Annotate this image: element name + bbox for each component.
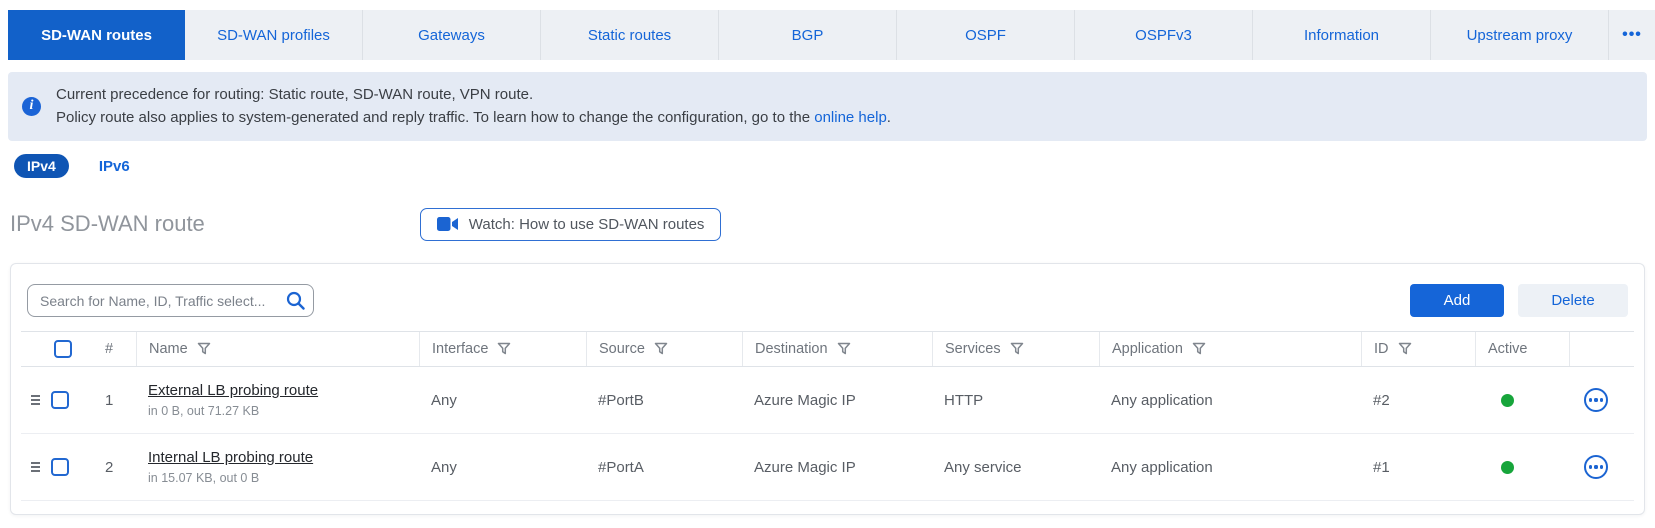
- banner-line2: Policy route also applies to system-gene…: [56, 106, 891, 129]
- search-icon[interactable]: [286, 291, 305, 310]
- ip-version-toggle: IPv4 IPv6: [14, 153, 1655, 179]
- banner-line1: Current precedence for routing: Static r…: [56, 83, 891, 106]
- table-row: 2 Internal LB probing route in 15.07 KB,…: [21, 434, 1634, 501]
- row-actions-ellipsis-icon[interactable]: [1584, 388, 1608, 412]
- header-source-label: Source: [599, 341, 645, 357]
- search-input[interactable]: [27, 284, 314, 317]
- tab-gateways[interactable]: Gateways: [363, 10, 541, 60]
- row-destination: Azure Magic IP: [742, 459, 932, 476]
- row-active-cell: [1475, 461, 1569, 474]
- table-header-row: # Name Interface Source Destination Serv…: [21, 331, 1634, 367]
- header-destination: Destination: [742, 332, 932, 366]
- row-id: #2: [1361, 392, 1475, 409]
- header-index-label: #: [105, 341, 113, 357]
- row-interface: Any: [419, 459, 586, 476]
- tab-upstream-proxy[interactable]: Upstream proxy: [1431, 10, 1609, 60]
- ipv6-toggle[interactable]: IPv6: [99, 158, 130, 175]
- search-box: [27, 284, 314, 317]
- tab-static-routes[interactable]: Static routes: [541, 10, 719, 60]
- tab-ospf[interactable]: OSPF: [897, 10, 1075, 60]
- table-toolbar: Add Delete: [11, 264, 1644, 317]
- row-destination: Azure Magic IP: [742, 392, 932, 409]
- header-interface: Interface: [419, 332, 586, 366]
- add-button[interactable]: Add: [1410, 284, 1504, 317]
- filter-icon[interactable]: [1192, 342, 1206, 356]
- table-row: 1 External LB probing route in 0 B, out …: [21, 367, 1634, 434]
- active-status-dot: [1501, 461, 1514, 474]
- tab-information[interactable]: Information: [1253, 10, 1431, 60]
- watch-button-label: Watch: How to use SD-WAN routes: [469, 216, 705, 233]
- header-id: ID: [1361, 332, 1475, 366]
- header-services-label: Services: [945, 341, 1001, 357]
- header-source: Source: [586, 332, 742, 366]
- header-destination-label: Destination: [755, 341, 828, 357]
- row-id: #1: [1361, 459, 1475, 476]
- route-name-link[interactable]: Internal LB probing route: [148, 449, 313, 466]
- row-select-cell: [21, 391, 93, 409]
- delete-button[interactable]: Delete: [1518, 284, 1628, 317]
- tab-sdwan-profiles[interactable]: SD-WAN profiles: [185, 10, 363, 60]
- routing-tab-bar: SD-WAN routes SD-WAN profiles Gateways S…: [8, 10, 1655, 60]
- video-camera-icon: [437, 217, 458, 231]
- banner-text: Current precedence for routing: Static r…: [56, 83, 891, 129]
- drag-handle-icon[interactable]: [29, 459, 42, 475]
- filter-icon[interactable]: [497, 342, 511, 356]
- filter-icon[interactable]: [654, 342, 668, 356]
- page-title: IPv4 SD-WAN route: [10, 211, 205, 237]
- tab-sdwan-routes[interactable]: SD-WAN routes: [8, 10, 185, 60]
- row-checkbox[interactable]: [51, 391, 69, 409]
- info-icon: i: [22, 97, 41, 116]
- more-tabs-ellipsis-icon[interactable]: •••: [1609, 10, 1655, 60]
- header-name-label: Name: [149, 341, 188, 357]
- route-traffic-stats: in 0 B, out 71.27 KB: [148, 404, 419, 418]
- watch-video-button[interactable]: Watch: How to use SD-WAN routes: [420, 208, 722, 241]
- header-id-label: ID: [1374, 341, 1389, 357]
- filter-icon[interactable]: [1010, 342, 1024, 356]
- row-application: Any application: [1099, 392, 1361, 409]
- ipv4-toggle[interactable]: IPv4: [14, 154, 69, 178]
- routing-precedence-banner: i Current precedence for routing: Static…: [8, 72, 1647, 141]
- active-status-dot: [1501, 394, 1514, 407]
- row-name-cell: External LB probing route in 0 B, out 71…: [136, 382, 419, 418]
- row-select-cell: [21, 458, 93, 476]
- sdwan-routes-panel: Add Delete # Name Interface Source Desti…: [10, 263, 1645, 515]
- title-row: IPv4 SD-WAN route Watch: How to use SD-W…: [10, 205, 1655, 243]
- banner-line2-suffix: .: [887, 109, 891, 126]
- row-index: 1: [93, 392, 136, 409]
- row-source: #PortB: [586, 392, 742, 409]
- row-application: Any application: [1099, 459, 1361, 476]
- header-select-cell: [21, 332, 93, 366]
- header-services: Services: [932, 332, 1099, 366]
- row-actions-ellipsis-icon[interactable]: [1584, 455, 1608, 479]
- filter-icon[interactable]: [837, 342, 851, 356]
- tab-ospfv3[interactable]: OSPFv3: [1075, 10, 1253, 60]
- row-actions-cell: [1569, 455, 1634, 479]
- row-interface: Any: [419, 392, 586, 409]
- row-index: 2: [93, 459, 136, 476]
- row-checkbox[interactable]: [51, 458, 69, 476]
- filter-icon[interactable]: [197, 342, 211, 356]
- tab-bgp[interactable]: BGP: [719, 10, 897, 60]
- filter-icon[interactable]: [1398, 342, 1412, 356]
- header-actions: [1569, 332, 1634, 366]
- drag-handle-icon[interactable]: [29, 392, 42, 408]
- online-help-link[interactable]: online help: [814, 109, 887, 126]
- header-application: Application: [1099, 332, 1361, 366]
- row-services: Any service: [932, 459, 1099, 476]
- header-active-label: Active: [1488, 341, 1528, 357]
- header-active: Active: [1475, 332, 1569, 366]
- row-name-cell: Internal LB probing route in 15.07 KB, o…: [136, 449, 419, 485]
- route-traffic-stats: in 15.07 KB, out 0 B: [148, 471, 419, 485]
- row-active-cell: [1475, 394, 1569, 407]
- row-services: HTTP: [932, 392, 1099, 409]
- header-index: #: [93, 332, 136, 366]
- header-interface-label: Interface: [432, 341, 488, 357]
- header-application-label: Application: [1112, 341, 1183, 357]
- select-all-checkbox[interactable]: [54, 340, 72, 358]
- route-name-link[interactable]: External LB probing route: [148, 382, 318, 399]
- banner-line2-prefix: Policy route also applies to system-gene…: [56, 109, 814, 126]
- header-name: Name: [136, 332, 419, 366]
- row-actions-cell: [1569, 388, 1634, 412]
- row-source: #PortA: [586, 459, 742, 476]
